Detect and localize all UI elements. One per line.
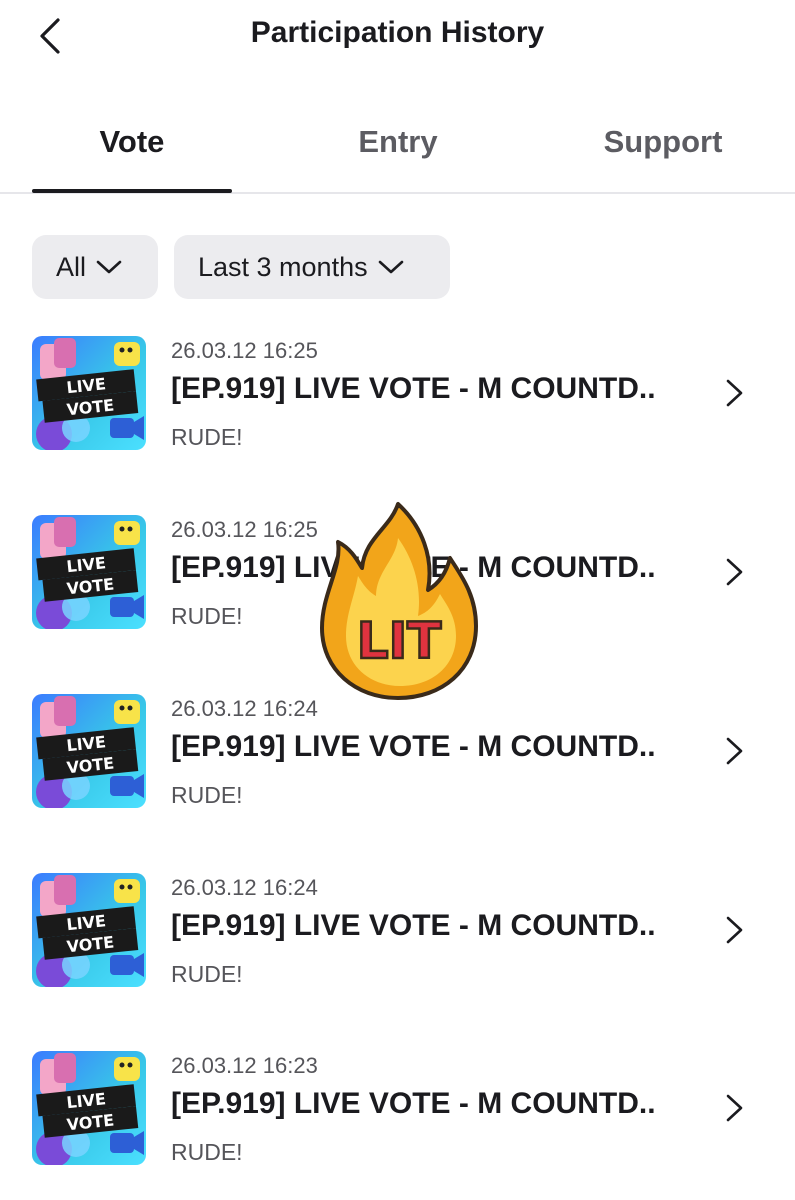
item-date: 26.03.12 16:23: [171, 1053, 318, 1078]
live-vote-thumbnail-art: LIVE VOTE: [32, 336, 146, 450]
item-date: 26.03.12 16:24: [171, 696, 318, 721]
item-artist: RUDE!: [171, 1139, 243, 1165]
item-title: [EP.919] LIVE VOTE - M COUNTD..: [171, 730, 656, 763]
live-vote-thumbnail-art: LIVE VOTE: [32, 1051, 146, 1165]
list-item[interactable]: LIVE VOTE 26.03.12 16:23 [EP.919] LIVE V…: [0, 1051, 795, 1191]
period-filter-dropdown[interactable]: Last 3 months: [174, 235, 450, 299]
item-artist: RUDE!: [171, 961, 243, 987]
vote-thumbnail: LIVE VOTE: [32, 1051, 146, 1165]
live-vote-thumbnail-art: LIVE VOTE: [32, 694, 146, 808]
list-item[interactable]: LIVE VOTE 26.03.12 16:24 [EP.919] LIVE V…: [0, 694, 795, 834]
item-title: [EP.919] LIVE VOTE - M COUNTD..: [171, 372, 656, 405]
tab-support-label: Support: [603, 124, 723, 159]
item-date: 26.03.12 16:24: [171, 875, 318, 900]
vote-thumbnail: LIVE VOTE: [32, 515, 146, 629]
chevron-right-icon: [726, 737, 743, 765]
tab-vote[interactable]: Vote: [32, 110, 232, 193]
vote-thumbnail: LIVE VOTE: [32, 873, 146, 987]
sticker-text: LIT: [357, 612, 442, 670]
fire-icon: LIT: [320, 502, 478, 700]
chevron-right-icon: [726, 1094, 743, 1122]
chevron-right-icon: [726, 379, 743, 407]
tab-entry-label: Entry: [358, 124, 438, 159]
tab-vote-label: Vote: [99, 124, 165, 159]
item-artist: RUDE!: [171, 782, 243, 808]
item-title: [EP.919] LIVE VOTE - M COUNTD..: [171, 1087, 656, 1120]
live-vote-thumbnail-art: LIVE VOTE: [32, 873, 146, 987]
vote-thumbnail: LIVE VOTE: [32, 336, 146, 450]
list-item[interactable]: LIVE VOTE 26.03.12 16:25 [EP.919] LIVE V…: [0, 336, 795, 476]
chevron-right-icon: [726, 558, 743, 586]
chevron-right-icon: [726, 916, 743, 944]
tab-support[interactable]: Support: [563, 110, 763, 192]
chevron-down-icon: [378, 260, 403, 274]
page-title: Participation History: [250, 16, 545, 49]
tab-entry[interactable]: Entry: [298, 110, 498, 192]
vote-thumbnail: LIVE VOTE: [32, 694, 146, 808]
period-filter-label: Last 3 months: [198, 251, 368, 282]
chevron-down-icon: [96, 260, 122, 274]
participation-history-screen: Participation History Vote Entry Support…: [0, 0, 795, 1200]
item-artist: RUDE!: [171, 424, 243, 450]
tab-bar: Vote Entry Support: [0, 110, 795, 194]
active-tab-indicator: [32, 189, 232, 193]
item-date: 26.03.12 16:25: [171, 338, 318, 363]
item-title: [EP.919] LIVE VOTE - M COUNTD..: [171, 909, 656, 942]
type-filter-dropdown[interactable]: All: [32, 235, 158, 299]
item-artist: RUDE!: [171, 603, 243, 629]
type-filter-label: All: [56, 251, 87, 282]
live-vote-thumbnail-art: LIVE VOTE: [32, 515, 146, 629]
header: Participation History: [0, 0, 795, 80]
item-date: 26.03.12 16:25: [171, 517, 318, 542]
list-item[interactable]: LIVE VOTE 26.03.12 16:24 [EP.919] LIVE V…: [0, 873, 795, 1013]
